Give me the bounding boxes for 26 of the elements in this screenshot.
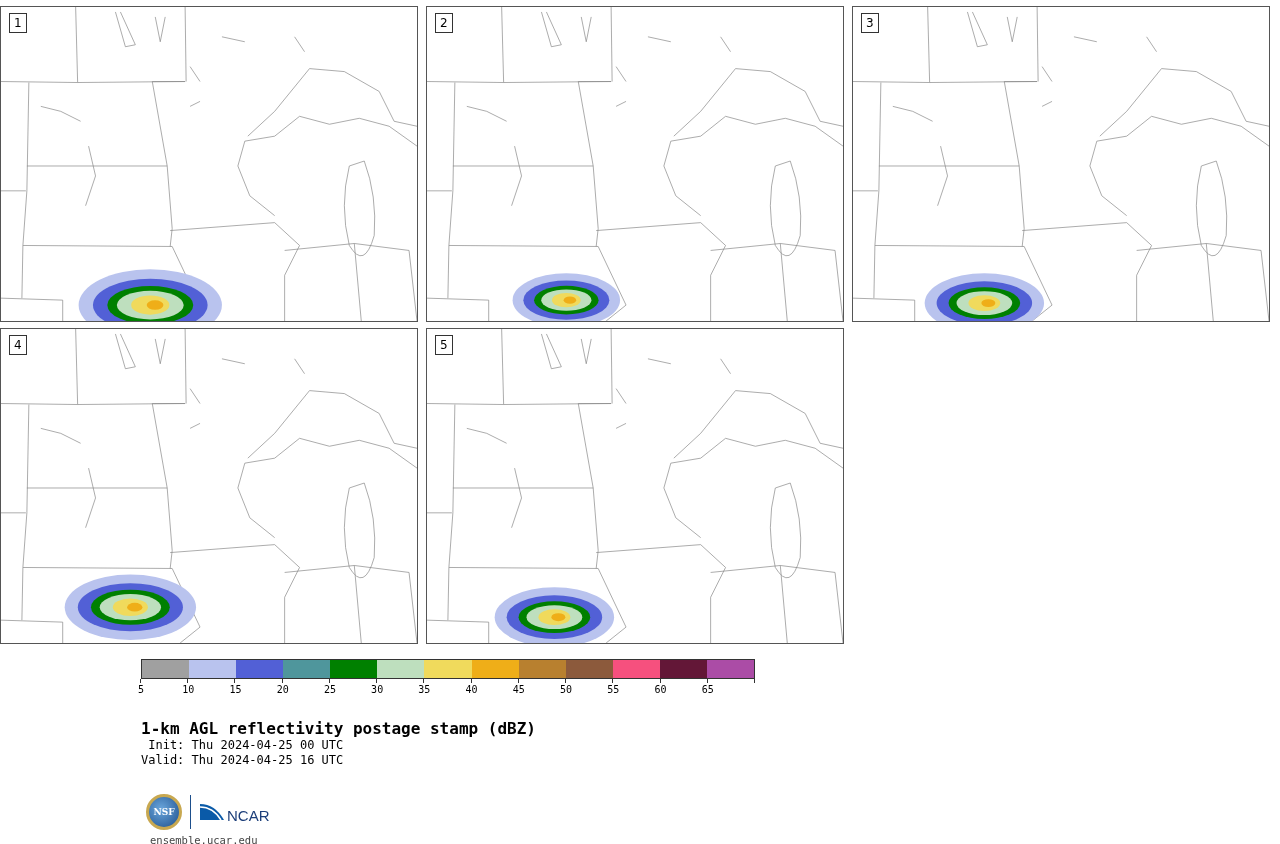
- tick-label: 55: [607, 684, 620, 695]
- panel-number: 4: [9, 335, 27, 355]
- tick-label: 65: [701, 684, 714, 695]
- panel-number: 2: [435, 13, 453, 33]
- tick-label: 25: [323, 684, 336, 695]
- swoosh-icon: [199, 802, 225, 822]
- panel-number: 1: [9, 13, 27, 33]
- panel-number: 5: [435, 335, 453, 355]
- tick-label: 60: [654, 684, 667, 695]
- ncar-logo: NCAR: [227, 806, 270, 824]
- chart-title: 1-km AGL reflectivity postage stamp (dBZ): [141, 719, 537, 738]
- tick-label: 30: [371, 684, 384, 695]
- website-url: ensemble.ucar.edu: [150, 834, 259, 844]
- tick-label: 15: [229, 684, 242, 695]
- tick-label: 50: [560, 684, 573, 695]
- nsf-logo: NSF: [146, 794, 182, 830]
- panel-number: 3: [861, 13, 879, 33]
- tick-label: 35: [418, 684, 431, 695]
- init-time: Init: Thu 2024-04-25 00 UTC: [147, 738, 345, 753]
- tick-mark: [140, 679, 141, 683]
- valid-time: Valid: Thu 2024-04-25 16 UTC: [141, 753, 345, 768]
- tick-label: 20: [276, 684, 289, 695]
- tick-label: 45: [512, 684, 525, 695]
- tick-label: 10: [182, 684, 195, 695]
- tick-label: 40: [465, 684, 478, 695]
- tick-label: 5: [138, 684, 144, 695]
